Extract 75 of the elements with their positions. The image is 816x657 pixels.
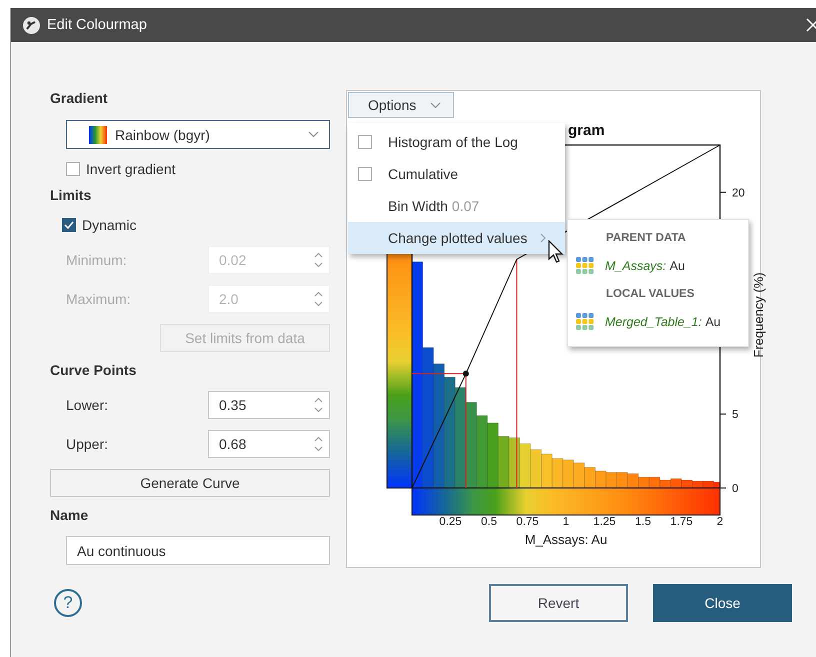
x-axis-label: M_Assays: Au [524, 532, 608, 547]
checkbox[interactable] [358, 167, 372, 181]
name-field[interactable]: Au continuous [66, 536, 330, 565]
mouse-pointer-icon [548, 240, 564, 264]
menu-item[interactable]: Cumulative [348, 158, 565, 190]
y-axis-label: Frequency (%) [751, 272, 766, 358]
submenu-header: LOCAL VALUES [605, 287, 696, 302]
histogram-bar [584, 467, 596, 488]
number-field[interactable]: 0.35 [208, 391, 330, 419]
histogram-bar [681, 480, 693, 488]
table-icon [576, 313, 594, 331]
histogram-bar [520, 443, 531, 488]
y-tick-label: 20 [732, 187, 745, 200]
x-tick-label: 2 [716, 516, 724, 528]
histogram-bar [606, 472, 618, 488]
x-tick-label: 1 [562, 516, 570, 528]
spinner-arrows-icon[interactable] [314, 436, 323, 452]
menu-item[interactable]: Histogram of the Log [348, 126, 565, 158]
caret-icon [430, 102, 442, 108]
section-label: Limits [50, 187, 92, 205]
histogram-bar [552, 458, 564, 488]
x-tick-label: 0.75 [516, 516, 539, 528]
section-label: Curve Points [50, 362, 138, 380]
menu-item[interactable]: Bin Width 0.07 [348, 190, 565, 222]
histogram-bar [498, 436, 510, 488]
section-label: Gradient [50, 90, 109, 108]
menu-item[interactable]: Change plotted values [348, 222, 565, 254]
close-icon[interactable] [806, 18, 816, 32]
histogram-bar [530, 449, 542, 488]
histogram-bar [573, 462, 585, 488]
histogram-bar [595, 470, 606, 488]
y-tick-label: 0 [732, 483, 738, 495]
app-icon [23, 16, 40, 34]
gradient-dropdown[interactable]: Rainbow (bgyr) [66, 120, 330, 149]
histogram-bar [627, 473, 639, 488]
histogram-bar [616, 472, 628, 488]
table-icon [576, 257, 594, 275]
checkbox-label: Invert gradient [86, 161, 176, 177]
histogram-bar [487, 422, 498, 488]
spinner-arrows-icon[interactable] [314, 397, 323, 413]
gradient-swatch-icon [89, 126, 107, 144]
histogram-bar [648, 476, 660, 488]
chart-title: gram [568, 122, 605, 139]
field-label: Maximum: [66, 291, 131, 307]
histogram-bar [660, 480, 671, 488]
histogram-bar [541, 454, 552, 488]
section-label: Name [50, 507, 90, 525]
number-field[interactable]: 0.68 [208, 430, 330, 458]
menu-item[interactable]: M_Assays: Au [568, 248, 748, 284]
checkbox[interactable] [358, 135, 372, 149]
histogram-bar [670, 478, 682, 488]
x-tick-label: 0.5 [481, 516, 497, 528]
options-button[interactable]: Options [348, 92, 454, 118]
caret-icon [308, 131, 319, 138]
histogram-bar [562, 460, 574, 488]
dialog-button[interactable]: Close [653, 584, 792, 622]
checkbox-label: Dynamic [82, 217, 136, 233]
x-tick-label: 1.75 [670, 516, 693, 528]
x-tick-label: 1.5 [635, 516, 651, 528]
generate-curve-button[interactable]: Generate Curve [50, 469, 330, 497]
histogram-bar [638, 476, 650, 488]
x-tick-label: 1.25 [593, 516, 616, 528]
field-label: Lower: [66, 397, 108, 413]
checkbox[interactable] [62, 218, 76, 232]
checkbox[interactable] [66, 162, 80, 176]
window-title: Edit Colourmap [47, 17, 147, 33]
field-label: Upper: [66, 436, 108, 452]
submenu-header: PARENT DATA [605, 231, 687, 246]
menu-item[interactable]: Merged_Table_1: Au [568, 304, 748, 340]
help-button[interactable]: ? [54, 589, 82, 617]
field-label: Minimum: [66, 252, 127, 268]
chevron-icon [540, 233, 546, 243]
dialog-button[interactable]: Revert [489, 584, 628, 622]
y-tick-label: 5 [732, 409, 738, 422]
x-tick-label: 0.25 [439, 516, 462, 528]
